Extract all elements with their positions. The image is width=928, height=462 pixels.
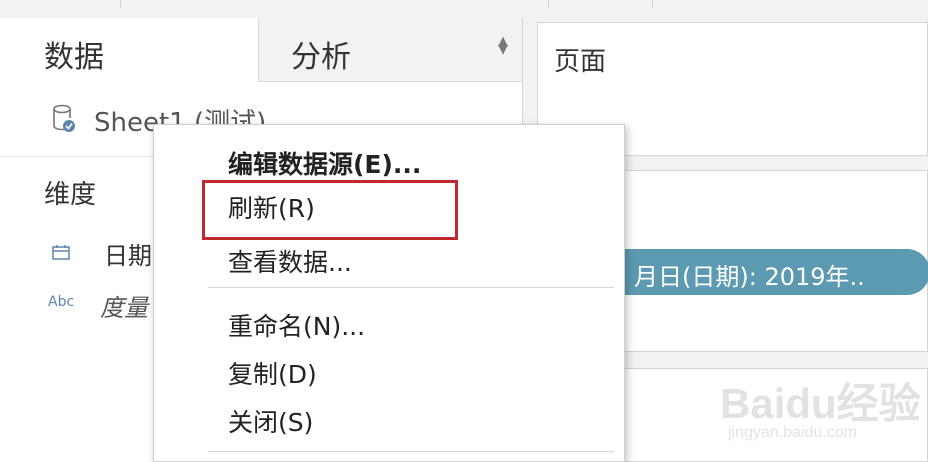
menu-item-rename[interactable]: 重命名(N)... — [228, 307, 365, 343]
tab-analysis[interactable]: 分析 ▲ ▼ — [258, 18, 522, 82]
filter-pill-date[interactable]: 月日(日期): 2019年.. — [578, 249, 928, 295]
menu-item-view-data[interactable]: 查看数据... — [228, 243, 352, 279]
tab-data[interactable]: 数据 — [0, 18, 258, 82]
watermark-url: jingyan.baidu.com — [728, 424, 857, 441]
pages-shelf-title: 页面 — [554, 47, 607, 77]
toolbar-divider — [652, 0, 653, 8]
highlight-box — [202, 180, 458, 240]
abc-type-icon: Abc — [48, 294, 75, 310]
menu-item-edit-datasource[interactable]: 编辑数据源(E)... — [228, 145, 421, 181]
calendar-icon — [52, 245, 70, 260]
tab-data-label: 数据 — [44, 40, 104, 75]
menu-separator — [208, 287, 614, 288]
tab-analysis-label: 分析 — [291, 40, 351, 75]
dimensions-title: 维度 — [44, 180, 97, 210]
measure-names-label: 度量 — [100, 294, 148, 322]
menu-item-close[interactable]: 关闭(S) — [228, 403, 313, 439]
watermark-brand: Baidu经验 — [720, 380, 921, 427]
toolbar-divider — [120, 0, 121, 8]
sort-arrows-icon[interactable]: ▲ ▼ — [498, 35, 508, 56]
context-menu: 编辑数据源(E)... 刷新(R) 查看数据... 重命名(N)... 复制(D… — [153, 124, 625, 462]
menu-separator — [208, 451, 614, 452]
watermark: Baidu经验 jingyan.baidu.com — [720, 370, 921, 450]
date-field-label: 日期 — [104, 242, 152, 270]
database-icon — [53, 104, 75, 132]
filter-pill-label: 月日(日期): 2019年.. — [634, 263, 865, 291]
toolbar-divider — [548, 0, 549, 8]
top-toolbar-strip — [0, 0, 928, 19]
menu-item-duplicate[interactable]: 复制(D) — [228, 355, 317, 391]
